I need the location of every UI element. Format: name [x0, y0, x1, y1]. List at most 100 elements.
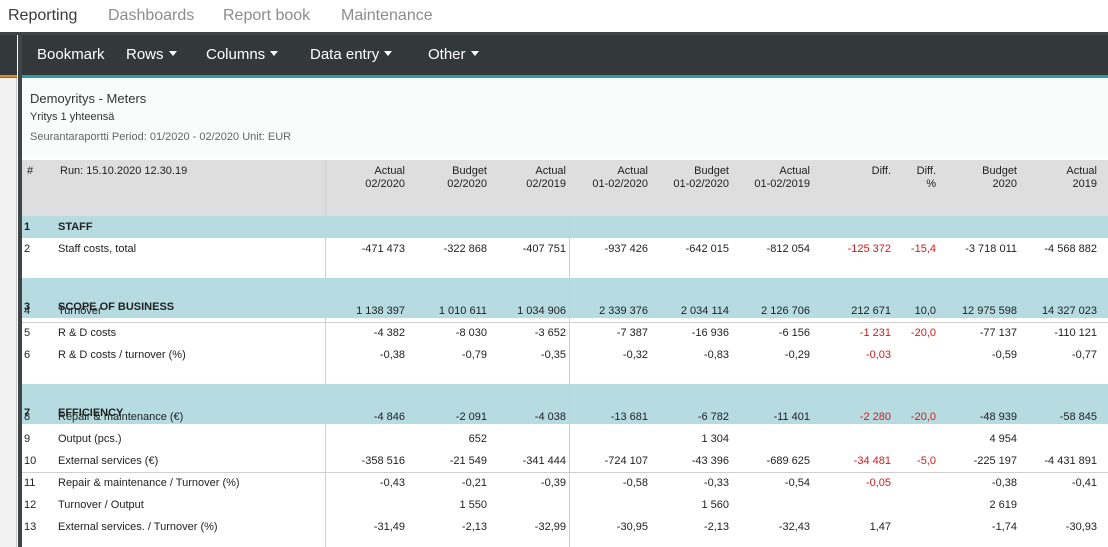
table-cell: -1,74	[991, 521, 1017, 533]
column-header-line2: %	[926, 178, 936, 190]
column-header-line2: 01-02/2020	[592, 178, 648, 190]
table-row[interactable]: 8 Repair & maintenance (€) -4 846 -2 091 -4 …	[22, 406, 1108, 428]
column-header-line1: Actual	[535, 165, 566, 177]
top-navigation: Reporting Dashboards Report book Mainten…	[0, 0, 1108, 33]
row-number: 6	[24, 349, 31, 361]
column-header[interactable]: Budget 01-02/2020	[659, 165, 729, 191]
table-cell: -32,43	[778, 521, 810, 533]
left-panel-divider	[0, 77, 17, 78]
columns-menu-button[interactable]: Columns	[206, 46, 279, 63]
table-cell: -407 751	[522, 243, 566, 255]
report-company-title: Demoyritys - Meters	[30, 91, 147, 106]
row-label: R & D costs / turnover (%)	[58, 349, 186, 361]
column-header[interactable]: Actual 2019	[1027, 165, 1097, 191]
table-cell: -11 401	[773, 411, 811, 423]
data-entry-menu-label: Data entry	[310, 46, 380, 63]
column-header[interactable]: Diff.%	[866, 165, 936, 191]
table-cell: -20,0	[910, 411, 936, 423]
table-row[interactable]: 13 External services. / Turnover (%) -31,4…	[22, 516, 1108, 538]
column-header[interactable]: Actual 02/2019	[496, 165, 566, 191]
row-label: External services. / Turnover (%)	[58, 521, 218, 533]
rows-menu-button[interactable]: Rows	[126, 46, 177, 63]
tab-dashboards[interactable]: Dashboards	[108, 7, 194, 25]
column-header[interactable]: Budget 2020	[947, 165, 1017, 191]
table-row[interactable]: 4 Turnover 1 138 397 1 010 611 1 034 906 2 33…	[22, 300, 1108, 322]
table-cell: -4 568 882	[1044, 243, 1097, 255]
column-header[interactable]: Actual 02/2020	[335, 165, 405, 191]
table-cell: -21 549	[449, 455, 487, 467]
table-row[interactable]: 12 Turnover / Output 1 550 1 560 2 619	[22, 494, 1108, 516]
column-header[interactable]: Budget 02/2020	[417, 165, 487, 191]
column-header-line1: Budget	[452, 165, 487, 177]
row-number: 13	[24, 521, 37, 533]
data-entry-menu-button[interactable]: Data entry	[310, 46, 393, 63]
table-cell: 2 126 706	[761, 305, 810, 317]
row-number: 12	[24, 499, 37, 511]
table-cell: -4 038	[534, 411, 566, 423]
bookmark-button[interactable]: Bookmark	[37, 46, 105, 63]
section-row[interactable]: 1 STAFF	[22, 216, 1108, 238]
table-cell: -2 091	[455, 411, 487, 423]
other-menu-label: Other	[428, 46, 466, 63]
table-row[interactable]: 11 Repair & maintenance / Turnover (%) -0,…	[22, 472, 1108, 494]
header-run-timestamp: Run: 15.10.2020 12.30.19	[60, 165, 188, 177]
tab-report-book[interactable]: Report book	[223, 7, 310, 25]
report-table: # Run: 15.10.2020 12.30.19 Actual 02/2020…	[22, 160, 1108, 547]
table-cell: -4 382	[373, 327, 405, 339]
table-cell: -0,29	[784, 349, 810, 361]
table-cell: -0,39	[540, 477, 566, 489]
table-cell: -32,99	[534, 521, 566, 533]
other-menu-button[interactable]: Other	[428, 46, 479, 63]
table-cell: -3 718 011	[965, 243, 1017, 255]
table-row[interactable]: 6 R & D costs / turnover (%) -0,38 -0,79 -0,…	[22, 344, 1108, 366]
table-cell: -4 846	[373, 411, 405, 423]
row-separator	[22, 322, 1108, 323]
table-cell: 1 034 906	[517, 305, 566, 317]
column-header[interactable]: Actual 01-02/2020	[578, 165, 648, 191]
table-cell: 1 550	[459, 499, 487, 511]
tab-maintenance[interactable]: Maintenance	[341, 7, 433, 25]
row-label: STAFF	[58, 221, 93, 233]
table-cell: -0,05	[865, 477, 891, 489]
table-cell: -16 936	[691, 327, 729, 339]
left-panel-header	[0, 35, 17, 75]
table-cell: 2 034 114	[680, 305, 729, 317]
table-cell: -937 426	[604, 243, 648, 255]
table-header: # Run: 15.10.2020 12.30.19 Actual 02/2020…	[22, 160, 1108, 216]
table-row[interactable]: 10 External services (€) -358 516 -21 549 -3…	[22, 450, 1108, 472]
table-cell: -0,32	[622, 349, 648, 361]
table-cell: -30,93	[1065, 521, 1097, 533]
columns-menu-label: Columns	[206, 46, 266, 63]
table-cell: -0,35	[540, 349, 566, 361]
report-period: Seurantaraportti Period: 01/2020 - 02/20…	[30, 131, 292, 143]
table-cell: -3 652	[534, 327, 566, 339]
table-row[interactable]: 2 Staff costs, total -471 473 -322 868 -407 …	[22, 238, 1108, 260]
report-toolbar: Bookmark Rows Columns Data entry Other	[22, 35, 1108, 75]
left-side-panel[interactable]	[0, 35, 17, 547]
chevron-down-icon	[384, 51, 393, 56]
chevron-down-icon	[470, 51, 479, 56]
row-label: Staff costs, total	[58, 243, 137, 255]
table-row[interactable]: 9 Output (pcs.) 652 1 304 4 954	[22, 428, 1108, 450]
table-cell: -43 396	[691, 455, 729, 467]
column-header-line1: Actual	[1066, 165, 1097, 177]
table-cell: 1 010 611	[438, 305, 487, 317]
table-cell: -5,0	[917, 455, 936, 467]
table-cell: -471 473	[361, 243, 405, 255]
table-cell: 652	[468, 433, 487, 445]
table-cell: -0,03	[865, 349, 891, 361]
table-cell: -0,41	[1071, 477, 1097, 489]
column-header[interactable]: Actual 01-02/2019	[740, 165, 810, 191]
row-number: 4	[24, 305, 31, 317]
table-row[interactable]: 5 R & D costs -4 382 -8 030 -3 652 -7 387 -16 …	[22, 322, 1108, 344]
column-header-line1: Budget	[694, 165, 729, 177]
table-cell: -0,38	[991, 477, 1017, 489]
row-number: 9	[24, 433, 31, 445]
table-cell: -20,0	[910, 327, 936, 339]
column-header-line2: 01-02/2020	[673, 178, 729, 190]
row-number: 11	[24, 477, 36, 489]
row-number: 10	[24, 455, 37, 467]
tab-reporting[interactable]: Reporting	[8, 7, 77, 25]
table-cell: -0,54	[784, 477, 810, 489]
table-cell: -689 625	[766, 455, 810, 467]
